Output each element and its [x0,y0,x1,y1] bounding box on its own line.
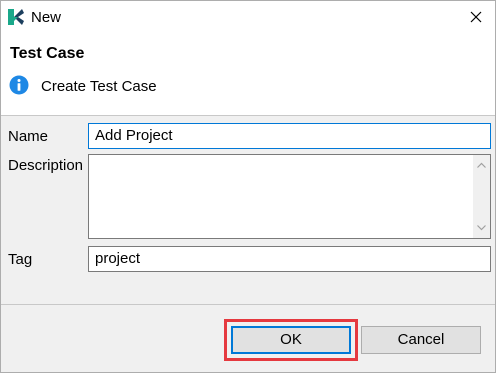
description-label: Description [8,157,84,174]
ok-highlight-annotation [224,319,358,361]
tag-field[interactable]: project [88,246,491,272]
header-divider [1,115,495,116]
name-field[interactable]: Add Project [88,123,491,149]
footer-divider [1,304,495,305]
cancel-button[interactable]: Cancel [361,326,481,354]
description-scrollbar[interactable] [473,155,490,238]
new-dialog: New Test Case Create Test Case Name Add … [0,0,496,373]
header-title: Test Case [10,45,85,62]
wizard-header: Test Case Create Test Case [1,35,495,115]
tag-label: Tag [8,251,33,268]
katalon-logo-icon [7,8,25,26]
scroll-up-icon[interactable] [473,157,490,174]
header-message: Create Test Case [41,78,157,95]
window-title: New [31,9,62,26]
close-icon[interactable] [461,3,491,33]
title-bar: New [1,1,495,35]
scroll-down-icon[interactable] [473,219,490,236]
name-label: Name [8,128,49,145]
info-icon [9,75,29,95]
description-field[interactable] [88,154,491,239]
